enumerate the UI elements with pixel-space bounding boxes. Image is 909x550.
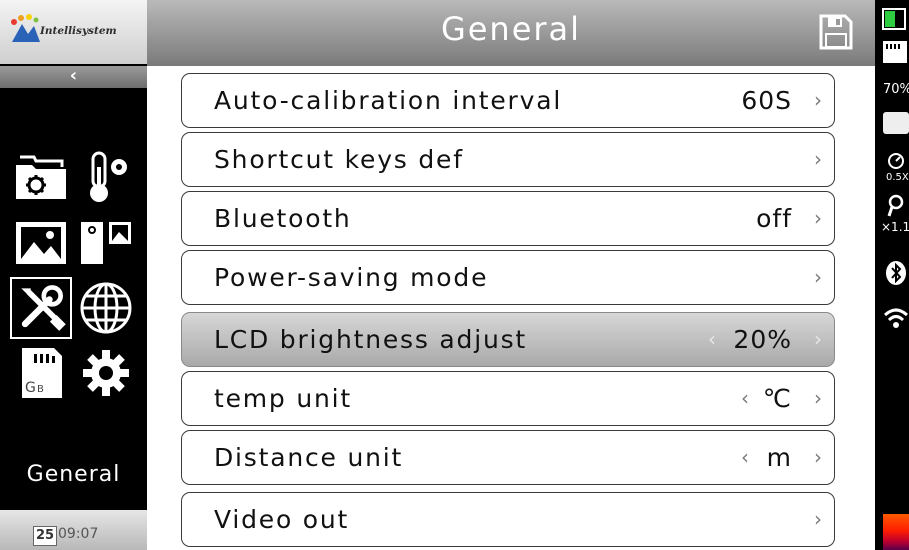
setting-label: LCD brightness adjust xyxy=(214,325,528,354)
logo-area: Intellisystem xyxy=(0,0,147,64)
datetime-bar: 25 09:07 xyxy=(0,510,147,550)
setting-value: 60S xyxy=(741,86,792,115)
setting-value: off xyxy=(756,204,792,233)
sd-card-icon: G B xyxy=(22,348,62,398)
header: General xyxy=(147,0,875,66)
chevron-right-icon: › xyxy=(814,147,822,171)
zoom-level: ×1.1 xyxy=(881,220,909,234)
battery-icon xyxy=(882,8,906,30)
gear-icon xyxy=(83,350,129,396)
logo-text: Intellisystem xyxy=(40,25,117,37)
setting-row-auto-calibration[interactable]: Auto-calibration interval 60S › xyxy=(181,73,835,128)
image-icon xyxy=(16,222,66,264)
zoom-icon xyxy=(887,194,904,217)
setting-row-power-saving[interactable]: Power-saving mode › xyxy=(181,250,835,305)
setting-row-video-out[interactable]: Video out › xyxy=(181,492,835,547)
image-compare-button[interactable] xyxy=(75,212,137,274)
chevron-right-icon: › xyxy=(814,88,822,112)
svg-text:B: B xyxy=(37,384,44,395)
date-badge: 25 xyxy=(33,526,57,546)
aperture-zoom: 0.5X xyxy=(886,172,909,183)
setting-row-temp-unit[interactable]: temp unit ‹ ℃ › xyxy=(181,371,835,426)
wifi-icon xyxy=(883,308,909,328)
chevron-left-icon[interactable]: ‹ xyxy=(741,386,749,410)
bluetooth-icon xyxy=(886,261,906,285)
tools-icon xyxy=(21,285,66,331)
folder-settings-button[interactable] xyxy=(10,147,72,209)
color-palette-bar xyxy=(883,514,909,550)
page-title: General xyxy=(440,10,582,48)
chevron-right-icon[interactable]: › xyxy=(814,445,822,469)
storage-button[interactable]: G B xyxy=(10,342,72,404)
chevron-right-icon[interactable]: › xyxy=(814,386,822,410)
settings-button[interactable] xyxy=(75,342,137,404)
setting-label: Shortcut keys def xyxy=(214,145,464,174)
sd-card-status-icon xyxy=(883,41,907,63)
setting-value: ℃ xyxy=(762,384,792,413)
setting-value: 20% xyxy=(733,325,792,354)
clock-time: 09:07 xyxy=(58,526,99,542)
tools-button[interactable] xyxy=(10,277,72,339)
image-compare-icon xyxy=(81,222,131,264)
svg-text:G: G xyxy=(25,380,36,396)
status-bar: 70% 0.5X ×1.1 xyxy=(875,0,909,550)
logo-icon xyxy=(11,14,40,42)
save-icon[interactable] xyxy=(819,14,853,50)
folder-settings-icon xyxy=(16,155,66,199)
chevron-right-icon: › xyxy=(814,206,822,230)
sidebar: Intellisystem ‹ G B General 25 09:07 xyxy=(0,0,147,550)
setting-label: temp unit xyxy=(214,384,352,413)
setting-row-shortcut-keys[interactable]: Shortcut keys def › xyxy=(181,132,835,187)
setting-row-bluetooth[interactable]: Bluetooth off › xyxy=(181,191,835,246)
globe-icon xyxy=(80,282,132,334)
memory-indicator xyxy=(883,112,909,134)
chevron-left-icon[interactable]: ‹ xyxy=(741,445,749,469)
thermometer-settings-icon xyxy=(90,151,127,202)
image-button[interactable] xyxy=(10,212,72,274)
battery-percent: 70% xyxy=(883,82,909,97)
back-button[interactable]: ‹ xyxy=(0,66,147,88)
setting-label: Video out xyxy=(214,505,350,534)
chevron-right-icon: › xyxy=(814,265,822,289)
setting-label: Distance unit xyxy=(214,443,404,472)
globe-button[interactable] xyxy=(75,277,137,339)
setting-value: m xyxy=(766,443,792,472)
sidebar-title: General xyxy=(26,462,121,487)
setting-row-lcd-brightness[interactable]: LCD brightness adjust ‹ 20% › xyxy=(181,312,835,367)
setting-label: Power-saving mode xyxy=(214,263,489,292)
setting-label: Auto-calibration interval xyxy=(214,86,563,115)
chevron-left-icon[interactable]: ‹ xyxy=(708,327,716,351)
thermometer-settings-button[interactable] xyxy=(75,147,137,209)
chevron-right-icon[interactable]: › xyxy=(814,327,822,351)
aperture-icon xyxy=(888,153,904,169)
setting-label: Bluetooth xyxy=(214,204,352,233)
setting-row-distance-unit[interactable]: Distance unit ‹ m › xyxy=(181,430,835,485)
chevron-right-icon: › xyxy=(814,507,822,531)
